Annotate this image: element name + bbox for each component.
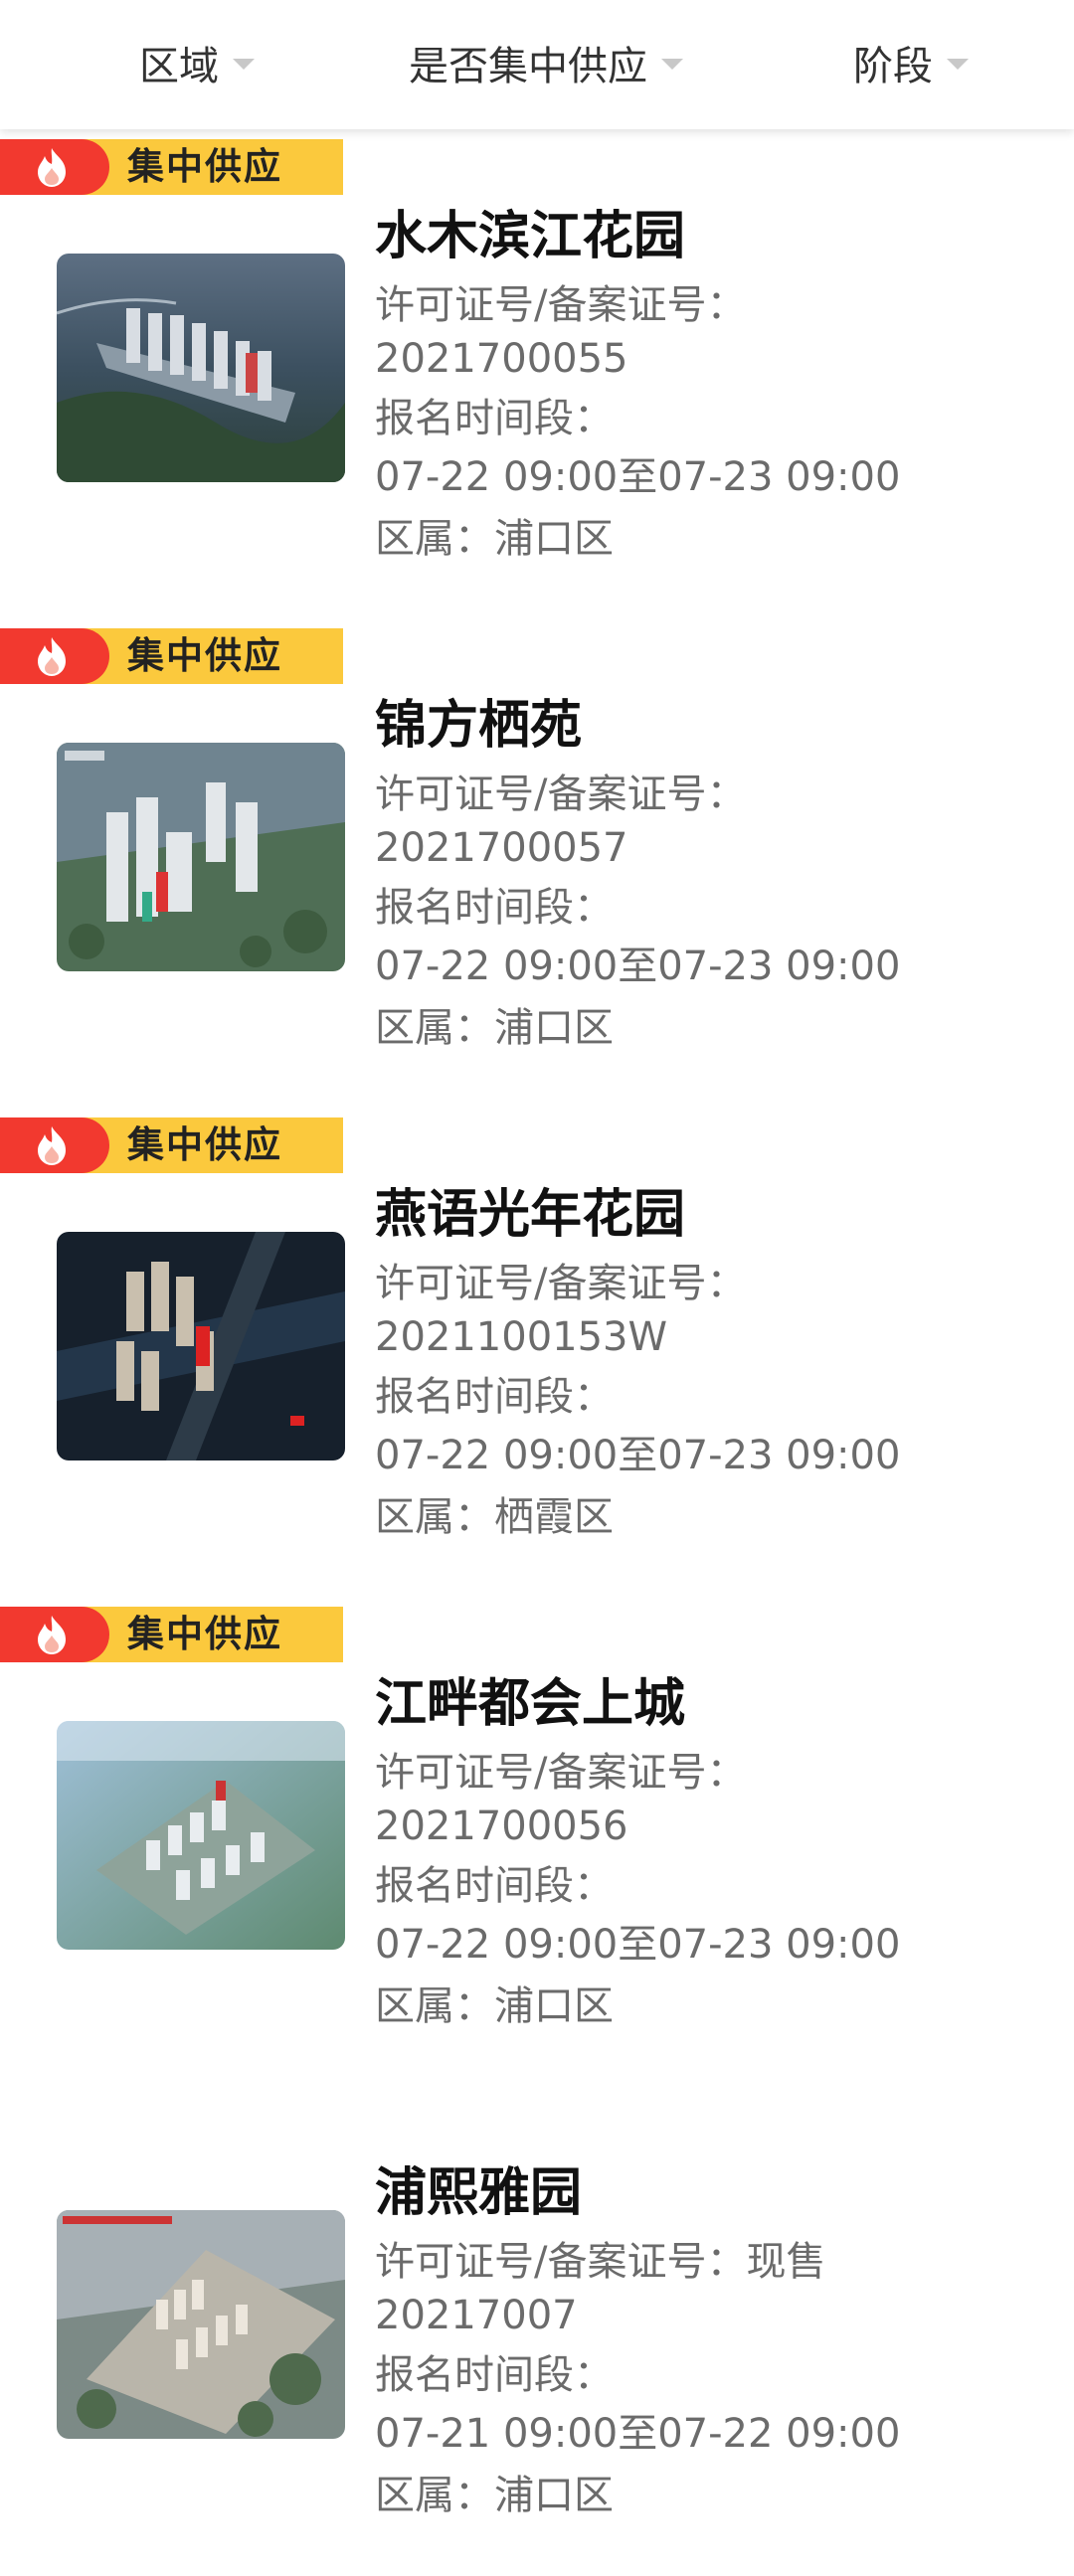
signup-label: 报名时间段： [375, 2352, 614, 2398]
permit-label: 许可证号/备案证号： [375, 282, 747, 328]
signup-label: 报名时间段： [375, 885, 614, 931]
filter-centralized-label: 是否集中供应 [409, 43, 647, 89]
project-name: 水木滨江花园 [375, 207, 686, 266]
permit-number: 2021700056 [375, 1803, 628, 1849]
flame-icon [38, 148, 66, 187]
project-thumbnail[interactable] [57, 1232, 345, 1460]
listing-item[interactable]: 集中供应 锦方栖苑 许可证号/备案证号： 2021700057 报名时间段： 0… [0, 618, 1074, 1110]
filter-stage-label: 阶段 [853, 43, 933, 89]
permit-number: 20217007 [375, 2293, 578, 2338]
filter-region-label: 区域 [139, 43, 219, 89]
badge-label: 集中供应 [127, 1123, 282, 1166]
centralized-supply-badge: 集中供应 [0, 628, 343, 684]
signup-time: 07-22 09:00至07-23 09:00 [375, 1433, 901, 1478]
listing-item[interactable]: 浦熙雅园 许可证号/备案证号：现售 20217007 报名时间段： 07-21 … [0, 2086, 1074, 2575]
permit-label: 许可证号/备案证号： [375, 1750, 747, 1796]
permit-number: 2021700057 [375, 825, 628, 871]
project-thumbnail[interactable] [57, 2210, 345, 2439]
flame-icon [38, 1126, 66, 1165]
listing-item[interactable]: 集中供应 水木滨江花园 许可证号/备案证号： 2021700055 报名时间段：… [0, 129, 1074, 620]
flame-icon [38, 1616, 66, 1654]
centralized-supply-badge: 集中供应 [0, 1607, 343, 1662]
project-name: 江畔都会上城 [375, 1674, 686, 1734]
centralized-supply-badge: 集中供应 [0, 1117, 343, 1173]
project-thumbnail[interactable] [57, 743, 345, 971]
caret-down-icon [661, 59, 683, 70]
project-thumbnail[interactable] [57, 254, 345, 482]
filter-region[interactable]: 区域 [139, 0, 255, 124]
badge-label: 集中供应 [127, 634, 282, 677]
caret-down-icon [233, 59, 255, 70]
filter-bar: 区域 是否集中供应 阶段 [0, 0, 1074, 129]
signup-label: 报名时间段： [375, 1863, 614, 1909]
signup-time: 07-22 09:00至07-23 09:00 [375, 1922, 901, 1968]
district-value: 栖霞区 [494, 1494, 614, 1540]
listing-item[interactable]: 集中供应 燕语光年花园 许可证号/备案证号： 2021100153W 报名时间段… [0, 1108, 1074, 1599]
district-value: 浦口区 [494, 1005, 614, 1051]
permit-number: 2021700055 [375, 336, 628, 382]
district-line: 区属：浦口区 [375, 516, 614, 562]
project-name: 锦方栖苑 [375, 696, 583, 756]
project-thumbnail[interactable] [57, 1721, 345, 1950]
district-line: 区属：浦口区 [375, 2473, 614, 2518]
permit-prefix: 现售 [746, 2239, 826, 2285]
caret-down-icon [947, 59, 969, 70]
project-name: 燕语光年花园 [375, 1185, 686, 1245]
permit-number: 2021100153W [375, 1314, 668, 1360]
permit-label: 许可证号/备案证号： [375, 772, 747, 817]
district-value: 浦口区 [494, 1983, 614, 2029]
signup-time: 07-22 09:00至07-23 09:00 [375, 454, 901, 500]
district-line: 区属：浦口区 [375, 1983, 614, 2029]
filter-centralized[interactable]: 是否集中供应 [409, 0, 683, 124]
listing-item[interactable]: 集中供应 江畔都会上城 许可证号/备案证号： 2021700056 报名时间段：… [0, 1597, 1074, 2088]
flame-icon [38, 637, 66, 676]
signup-time: 07-21 09:00至07-22 09:00 [375, 2411, 901, 2457]
project-name: 浦熙雅园 [375, 2163, 583, 2223]
badge-label: 集中供应 [127, 145, 282, 188]
permit-label: 许可证号/备案证号：现售 [375, 2239, 826, 2285]
signup-label: 报名时间段： [375, 396, 614, 441]
district-line: 区属：浦口区 [375, 1005, 614, 1051]
centralized-supply-badge: 集中供应 [0, 139, 343, 195]
district-line: 区属：栖霞区 [375, 1494, 614, 1540]
signup-time: 07-22 09:00至07-23 09:00 [375, 944, 901, 989]
district-value: 浦口区 [494, 516, 614, 562]
permit-label: 许可证号/备案证号： [375, 1261, 747, 1306]
signup-label: 报名时间段： [375, 1374, 614, 1420]
filter-stage[interactable]: 阶段 [853, 0, 969, 124]
badge-label: 集中供应 [127, 1613, 282, 1655]
district-value: 浦口区 [494, 2473, 614, 2518]
